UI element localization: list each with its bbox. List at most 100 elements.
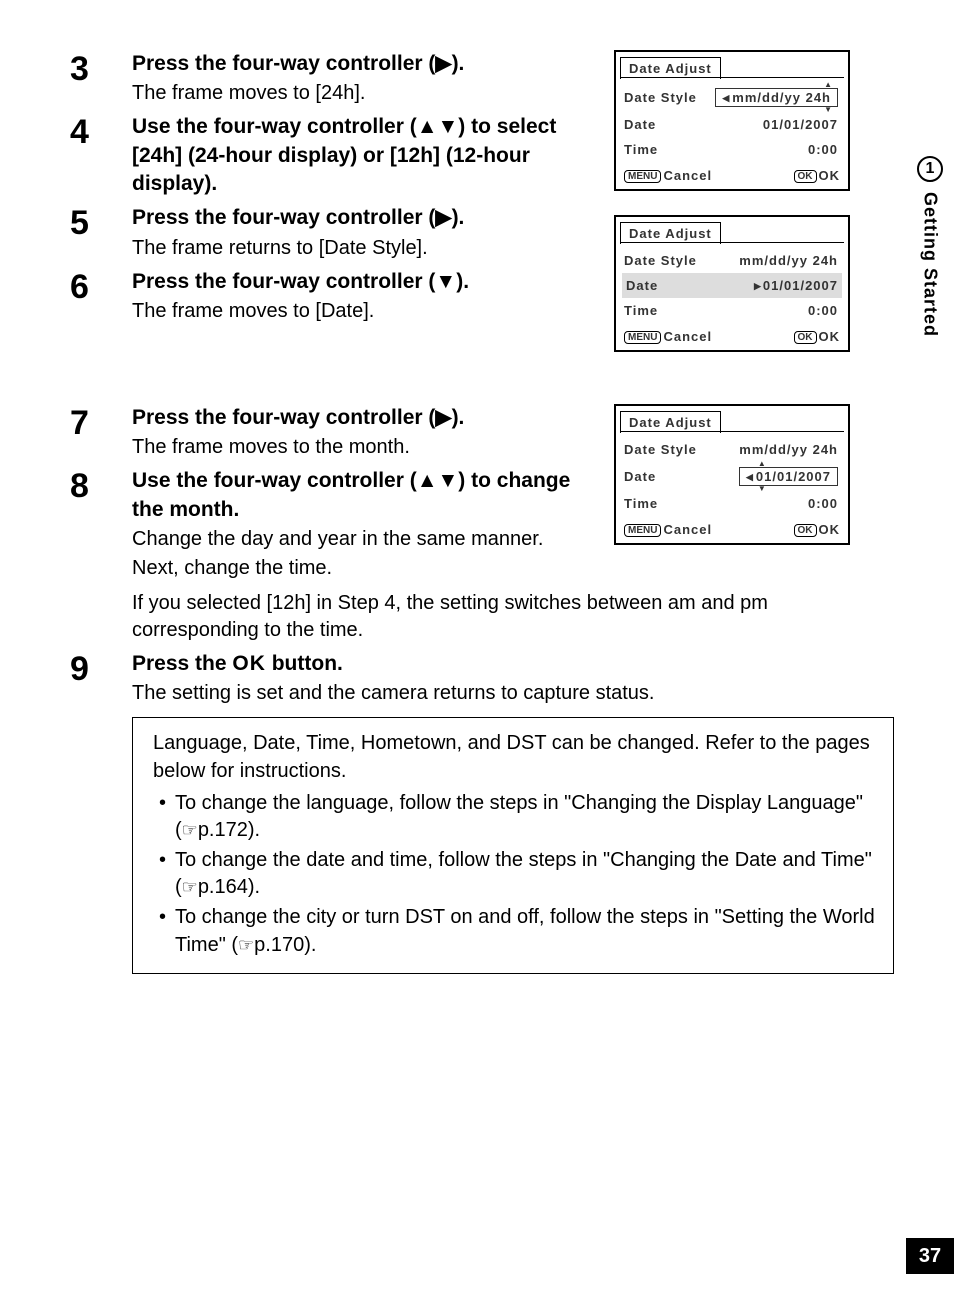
step-3: 3 Press the four-way controller (▶). The…: [70, 50, 600, 107]
step-5: 5 Press the four-way controller (▶). The…: [70, 204, 600, 261]
lcd-bottom-bar: MENUCancel OKOK: [616, 516, 848, 543]
arrow-down-icon: ▼: [435, 270, 456, 293]
lcd-bottom-bar: MENUCancel OKOK: [616, 162, 848, 189]
lcd-cancel-label: Cancel: [663, 168, 712, 183]
step-7: 7 Press the four-way controller (▶). The…: [70, 404, 600, 461]
lcd-cancel-label: Cancel: [663, 522, 712, 537]
lcd-ok-label: OK: [819, 522, 841, 537]
lcd-label: Date: [626, 278, 658, 293]
lcd-label: Date Style: [624, 442, 697, 457]
step-title-text: Press the four-way controller (: [132, 206, 435, 229]
step-description: The frame moves to [24h].: [132, 80, 592, 107]
arrow-right-icon: ▶: [435, 52, 451, 75]
lcd-row-time: Time 0:00: [616, 491, 848, 516]
lcd-label: Date: [624, 469, 656, 484]
lcd-screen-1: Date Adjust Date Style mm/dd/yy 24h ▲ ▼: [614, 50, 850, 191]
note-bullet-3: To change the city or turn DST on and of…: [153, 904, 877, 959]
chapter-number-badge: 1: [917, 156, 943, 182]
lcd-title-tab: Date Adjust: [620, 222, 721, 244]
lcd-cancel-label: Cancel: [663, 329, 712, 344]
step-8: 8 Use the four-way controller (▲▼) to ch…: [70, 467, 600, 582]
lcd-ok-label: OK: [819, 168, 841, 183]
lcd-row-date-style: Date Style mm/dd/yy 24h ▲ ▼: [616, 83, 848, 112]
lcd-row-date-style: Date Style mm/dd/yy 24h: [616, 437, 848, 462]
lcd-screen-2: Date Adjust Date Style mm/dd/yy 24h Date…: [614, 215, 850, 352]
pointer-icon: ☞: [182, 820, 198, 840]
step-description: Next, change the time.: [132, 555, 592, 582]
lcd-value-time: 0:00: [808, 496, 838, 511]
arrow-left-icon: [722, 90, 732, 105]
step-number: 5: [70, 204, 132, 240]
lcd-row-date: Date 01/01/2007: [616, 112, 848, 137]
lcd-value-date: 01/01/2007: [763, 278, 838, 293]
note-bullet-2: To change the date and time, follow the …: [153, 847, 877, 902]
pointer-icon: ☞: [182, 877, 198, 897]
step-number: 3: [70, 50, 132, 86]
step-title-text: Press the: [132, 652, 232, 675]
lcd-title-tab: Date Adjust: [620, 411, 721, 433]
arrow-up-down-icon: ▲▼: [417, 115, 459, 138]
lcd-label: Date Style: [624, 90, 697, 105]
lcd-title-tab: Date Adjust: [620, 57, 721, 79]
menu-button-icon: MENU: [624, 170, 661, 183]
lcd-label: Date: [624, 117, 656, 132]
step-number: 6: [70, 268, 132, 304]
lcd-ok-label: OK: [819, 329, 841, 344]
page-number: 37: [906, 1238, 954, 1274]
lcd-row-date: Date 01/01/2007 ▲ ▼: [616, 462, 848, 491]
step-title-text: Use the four-way controller (: [132, 115, 417, 138]
step-description: The setting is set and the camera return…: [132, 680, 886, 707]
lcd-label: Time: [624, 303, 658, 318]
step-description: Change the day and year in the same mann…: [132, 526, 592, 553]
lcd-label: Date Style: [624, 253, 697, 268]
chapter-side-tab: 1 Getting Started: [906, 150, 954, 430]
chapter-title-vertical: Getting Started: [920, 192, 941, 337]
menu-button-icon: MENU: [624, 331, 661, 344]
pointer-icon: ☞: [238, 935, 254, 955]
step-4: 4 Use the four-way controller (▲▼) to se…: [70, 113, 600, 198]
arrow-right-icon: ▶: [435, 406, 451, 429]
ok-button-icon: OK: [794, 524, 817, 537]
note-bullet-1: To change the language, follow the steps…: [153, 790, 877, 845]
menu-button-icon: MENU: [624, 524, 661, 537]
step-description: The frame returns to [Date Style].: [132, 235, 592, 262]
arrow-up-down-icon: ▲: [824, 82, 833, 88]
step-description: The frame moves to the month.: [132, 434, 592, 461]
step-8-cont: If you selected [12h] in Step 4, the set…: [70, 588, 894, 644]
lcd-label: Time: [624, 142, 658, 157]
step-number: 7: [70, 404, 132, 440]
arrow-up-down-icon: ▲▼: [417, 469, 459, 492]
step-title-text: Press the four-way controller (: [132, 406, 435, 429]
step-title-text: Use the four-way controller (: [132, 469, 417, 492]
step-title-text: Press the four-way controller (: [132, 270, 435, 293]
lcd-screen-3: Date Adjust Date Style mm/dd/yy 24h Date…: [614, 404, 850, 545]
lcd-value-time: 0:00: [808, 142, 838, 157]
lcd-bottom-bar: MENUCancel OKOK: [616, 323, 848, 350]
step-description: The frame moves to [Date].: [132, 298, 592, 325]
arrow-up-down-icon: ▲: [758, 461, 767, 467]
lcd-row-date-selected: Date 01/01/2007: [622, 273, 842, 298]
ok-button-icon: OK: [794, 331, 817, 344]
note-box: Language, Date, Time, Hometown, and DST …: [132, 717, 894, 974]
arrow-right-icon: [754, 278, 763, 293]
step-number: 4: [70, 113, 132, 149]
step-9: 9 Press the OK button. The setting is se…: [70, 650, 894, 707]
lcd-row-time: Time 0:00: [616, 137, 848, 162]
ok-button-icon: OK: [794, 170, 817, 183]
lcd-value-time: 0:00: [808, 303, 838, 318]
lcd-label: Time: [624, 496, 658, 511]
step-number: 8: [70, 467, 132, 503]
step-title-text: Press the four-way controller (: [132, 52, 435, 75]
ok-label: OK: [232, 652, 266, 675]
arrow-left-icon: [746, 469, 756, 484]
step-description: If you selected [12h] in Step 4, the set…: [132, 590, 886, 644]
arrow-right-icon: ▶: [435, 206, 451, 229]
lcd-value-date: 01/01/2007: [756, 469, 831, 484]
lcd-row-time: Time 0:00: [616, 298, 848, 323]
lcd-value-date: 01/01/2007: [763, 117, 838, 132]
step-6: 6 Press the four-way controller (▼). The…: [70, 268, 600, 325]
note-intro: Language, Date, Time, Hometown, and DST …: [153, 730, 877, 785]
step-number: 9: [70, 650, 132, 686]
lcd-row-date-style: Date Style mm/dd/yy 24h: [616, 248, 848, 273]
lcd-value-24h: 24h: [806, 90, 831, 105]
